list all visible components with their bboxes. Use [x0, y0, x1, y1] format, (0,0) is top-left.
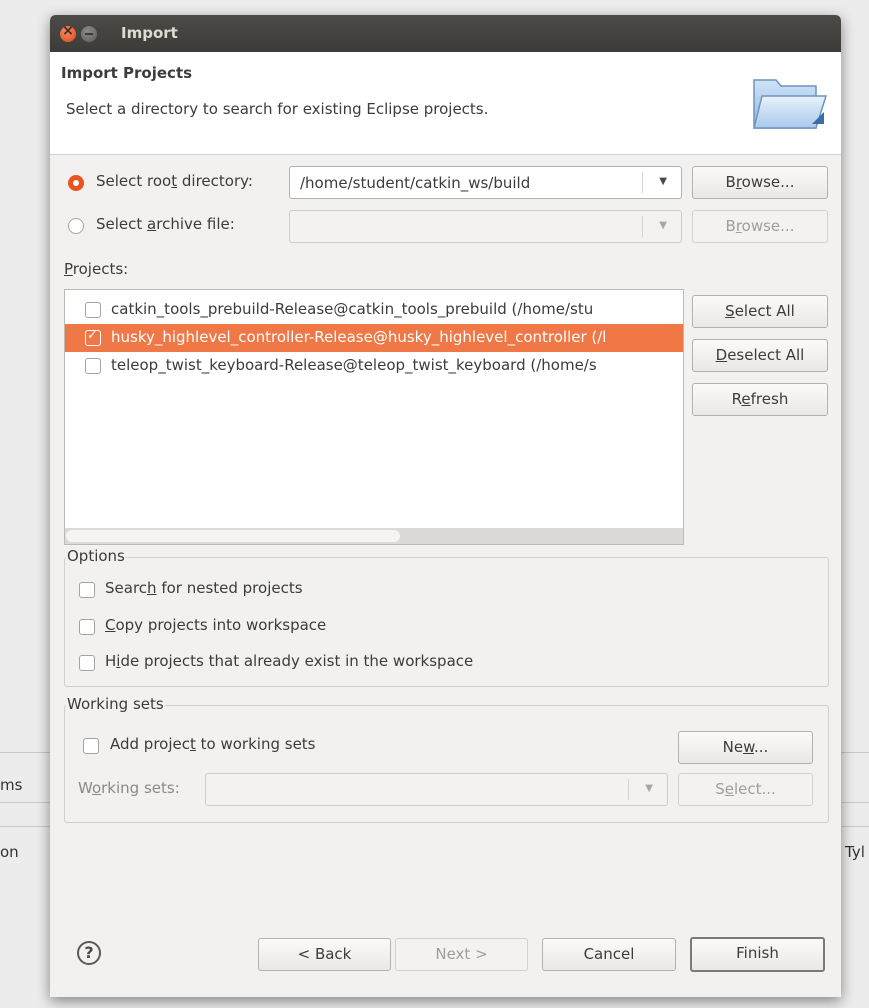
help-icon[interactable]: ?: [77, 941, 101, 965]
projects-label: Projects:: [64, 260, 129, 278]
archive-file-combo[interactable]: ▼: [289, 210, 682, 243]
project-name: catkin_tools_prebuild-Release@catkin_too…: [111, 300, 594, 318]
archive-file-label: Select archive file:: [96, 215, 235, 233]
scrollbar-thumb[interactable]: [66, 530, 400, 542]
projects-list[interactable]: catkin_tools_prebuild-Release@catkin_too…: [64, 289, 684, 545]
window-title: Import: [121, 24, 178, 42]
root-directory-radio[interactable]: [68, 175, 84, 191]
copy-projects-checkbox[interactable]: [79, 619, 95, 635]
root-directory-label: Select root directory:: [96, 172, 253, 190]
project-checkbox[interactable]: [85, 302, 101, 318]
project-checkbox[interactable]: [85, 358, 101, 374]
select-working-set-button[interactable]: Select...: [678, 773, 813, 806]
combo-separator: [628, 779, 629, 800]
background-text-ms: ms: [0, 776, 23, 794]
root-directory-combo[interactable]: /home/student/catkin_ws/build ▼: [289, 166, 682, 199]
horizontal-scrollbar[interactable]: [65, 528, 683, 544]
title-bar[interactable]: Import: [50, 15, 841, 52]
chevron-down-icon[interactable]: ▼: [645, 783, 653, 794]
page-description: Select a directory to search for existin…: [66, 100, 489, 118]
combo-separator: [642, 216, 643, 237]
new-working-set-button[interactable]: New...: [678, 731, 813, 764]
working-sets-combo[interactable]: ▼: [205, 773, 668, 806]
close-window-icon[interactable]: [60, 23, 76, 42]
list-item[interactable]: teleop_twist_keyboard-Release@teleop_twi…: [65, 352, 683, 380]
nested-projects-label: Search for nested projects: [105, 579, 303, 597]
project-name: husky_highlevel_controller-Release@husky…: [111, 328, 607, 346]
root-directory-value: /home/student/catkin_ws/build: [300, 174, 531, 192]
combo-separator: [642, 172, 643, 193]
add-to-working-sets-checkbox[interactable]: [83, 738, 99, 754]
wizard-header: Import Projects Select a directory to se…: [50, 52, 841, 155]
working-sets-label: Working sets:: [78, 779, 180, 797]
working-sets-group-label: Working sets: [66, 695, 165, 713]
finish-button[interactable]: Finish: [690, 937, 825, 972]
browse-archive-button[interactable]: Browse...: [692, 210, 828, 243]
project-name: teleop_twist_keyboard-Release@teleop_twi…: [111, 356, 597, 374]
hide-existing-label: Hide projects that already exist in the …: [105, 652, 474, 670]
page-title: Import Projects: [61, 64, 193, 82]
background-text-on: on: [0, 843, 19, 861]
add-to-working-sets-label: Add project to working sets: [110, 735, 316, 753]
cancel-button[interactable]: Cancel: [542, 938, 676, 971]
import-dialog: Import Import Projects Select a director…: [50, 15, 841, 997]
background-text-typ: Tyl: [845, 843, 865, 861]
hide-existing-checkbox[interactable]: [79, 655, 95, 671]
folder-icon: [753, 79, 828, 129]
back-button[interactable]: < Back: [258, 938, 391, 971]
project-checkbox-checked[interactable]: [85, 328, 101, 346]
list-item[interactable]: catkin_tools_prebuild-Release@catkin_too…: [65, 296, 683, 324]
options-group-label: Options: [66, 547, 126, 565]
browse-root-button[interactable]: Browse...: [692, 166, 828, 199]
next-button[interactable]: Next >: [395, 938, 528, 971]
refresh-button[interactable]: Refresh: [692, 383, 828, 416]
list-item-selected[interactable]: husky_highlevel_controller-Release@husky…: [65, 324, 683, 352]
nested-projects-checkbox[interactable]: [79, 582, 95, 598]
copy-projects-label: Copy projects into workspace: [105, 616, 327, 634]
chevron-down-icon[interactable]: ▼: [659, 220, 667, 231]
archive-file-radio[interactable]: [68, 218, 84, 234]
minimize-window-icon[interactable]: [81, 26, 97, 42]
chevron-down-icon[interactable]: ▼: [659, 176, 667, 187]
deselect-all-button[interactable]: Deselect All: [692, 339, 828, 372]
select-all-button[interactable]: Select All: [692, 295, 828, 328]
